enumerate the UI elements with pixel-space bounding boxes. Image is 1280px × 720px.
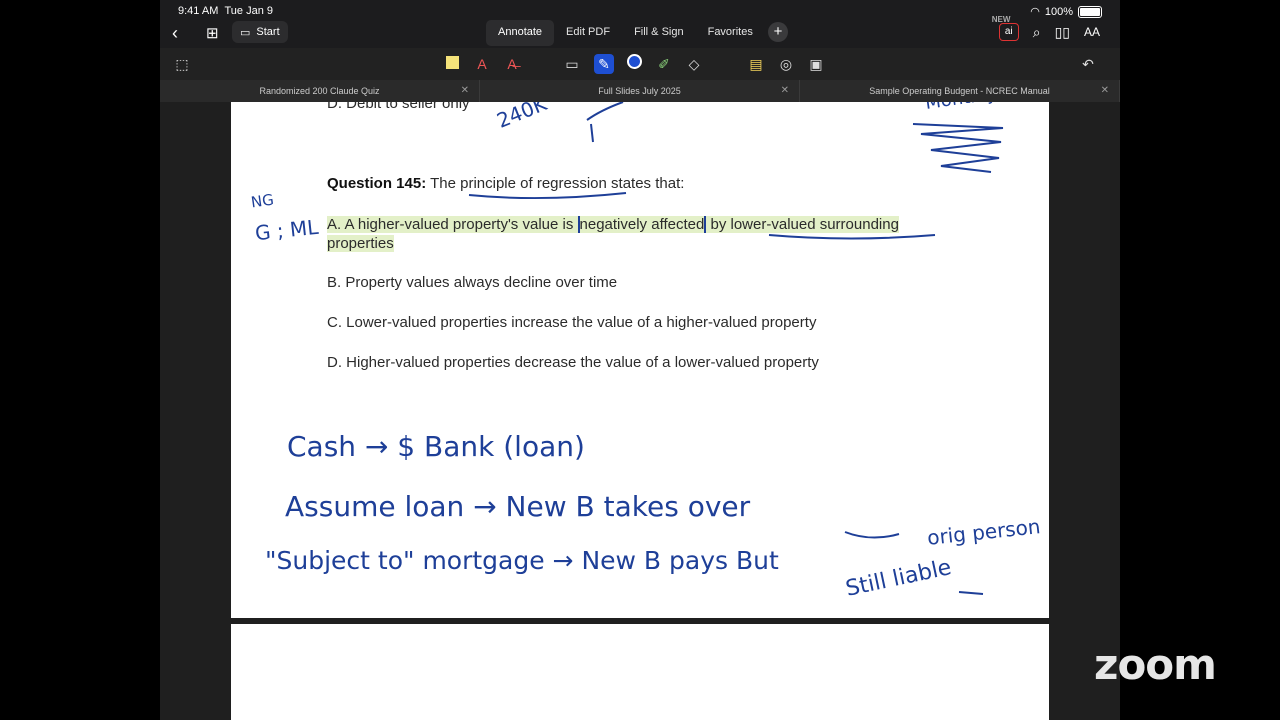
start-label: Start — [256, 26, 280, 38]
mode-edit-pdf[interactable]: Edit PDF — [554, 20, 622, 46]
nav-bar: ‹ ⊞ ▭ Start Annotate Edit PDF Fill & Sig… — [160, 15, 1120, 48]
doc-tab[interactable]: Full Slides July 2025 ✕ — [480, 80, 800, 102]
battery-percent: 100% — [1044, 5, 1073, 18]
zoom-watermark-logo: zoom — [1094, 640, 1217, 689]
document-tabs: Randomized 200 Claude Quiz ✕ Full Slides … — [160, 80, 1120, 102]
battery-icon — [1078, 5, 1102, 18]
text-color-icon[interactable]: A — [472, 54, 492, 74]
ai-assistant-button[interactable]: NEW ai — [992, 15, 1019, 41]
annotation-toolbar: ⬚ A A̶ ▭ ✎ ✐ ◇ ▤ ◎ ▣ ↶ — [160, 48, 1120, 80]
mode-tabs: Annotate Edit PDF Fill & Sign Favorites — [486, 20, 765, 46]
text-box-icon[interactable]: ▭ — [562, 54, 582, 74]
search-icon[interactable]: ⌕ — [1033, 24, 1041, 41]
present-icon: ▭ — [240, 26, 251, 39]
pen-icon[interactable]: ✎ — [594, 54, 614, 74]
mode-favorites[interactable]: Favorites — [696, 20, 765, 46]
book-icon[interactable]: ▯▯ — [1055, 24, 1070, 41]
ink-line-assume: Assume loan → New B takes over — [285, 490, 751, 523]
image-icon[interactable]: ▣ — [806, 54, 826, 74]
back-chevron-icon[interactable]: ‹ — [172, 23, 178, 44]
close-icon[interactable]: ✕ — [781, 80, 789, 102]
nav-right-tools: NEW ai ⌕ ▯▯ AA — [992, 15, 1100, 41]
pdf-next-page[interactable] — [231, 624, 1049, 720]
ink-line-subject: "Subject to" mortgage → New B pays But — [265, 546, 779, 575]
ink-strokes — [468, 102, 1004, 595]
status-right: ◠ 100% — [1030, 5, 1102, 18]
select-marquee-icon[interactable]: ⬚ — [172, 54, 192, 74]
status-time: 9:41 AM Tue Jan 9 — [178, 5, 273, 17]
highlighter-icon[interactable]: ✐ — [654, 54, 674, 74]
wifi-icon: ◠ — [1030, 6, 1040, 18]
mode-annotate[interactable]: Annotate — [486, 20, 555, 46]
start-button[interactable]: ▭ Start — [232, 21, 288, 43]
close-icon[interactable]: ✕ — [461, 80, 469, 102]
text-size-icon[interactable]: AA — [1084, 25, 1100, 39]
strikethrough-icon[interactable]: A̶ — [502, 54, 522, 74]
note-icon[interactable] — [442, 54, 462, 74]
color-circle-icon[interactable] — [624, 54, 644, 74]
mode-fill-sign[interactable]: Fill & Sign — [622, 20, 696, 46]
close-icon[interactable]: ✕ — [1101, 80, 1109, 102]
pdf-page[interactable]: D. Debit to seller only Question 145: Th… — [231, 102, 1049, 618]
ink-margin-ng: NG — [249, 190, 276, 212]
thumbnails-grid-icon[interactable]: ⊞ — [206, 24, 219, 42]
shapes-icon[interactable]: ◎ — [776, 54, 796, 74]
undo-icon[interactable]: ↶ — [1078, 54, 1098, 74]
ink-line-cash: Cash → $ Bank (loan) — [287, 430, 585, 463]
add-tool-button[interactable]: + — [768, 22, 788, 42]
ipad-screen: 9:41 AM Tue Jan 9 ◠ 100% ‹ ⊞ ▭ Start Ann… — [160, 0, 1120, 720]
eraser-icon[interactable]: ◇ — [684, 54, 704, 74]
new-badge: NEW — [991, 15, 1011, 24]
comment-icon[interactable]: ▤ — [746, 54, 766, 74]
doc-tab[interactable]: Sample Operating Budgent - NCREC Manual ✕ — [800, 80, 1120, 102]
doc-tab[interactable]: Randomized 200 Claude Quiz ✕ — [160, 80, 480, 102]
